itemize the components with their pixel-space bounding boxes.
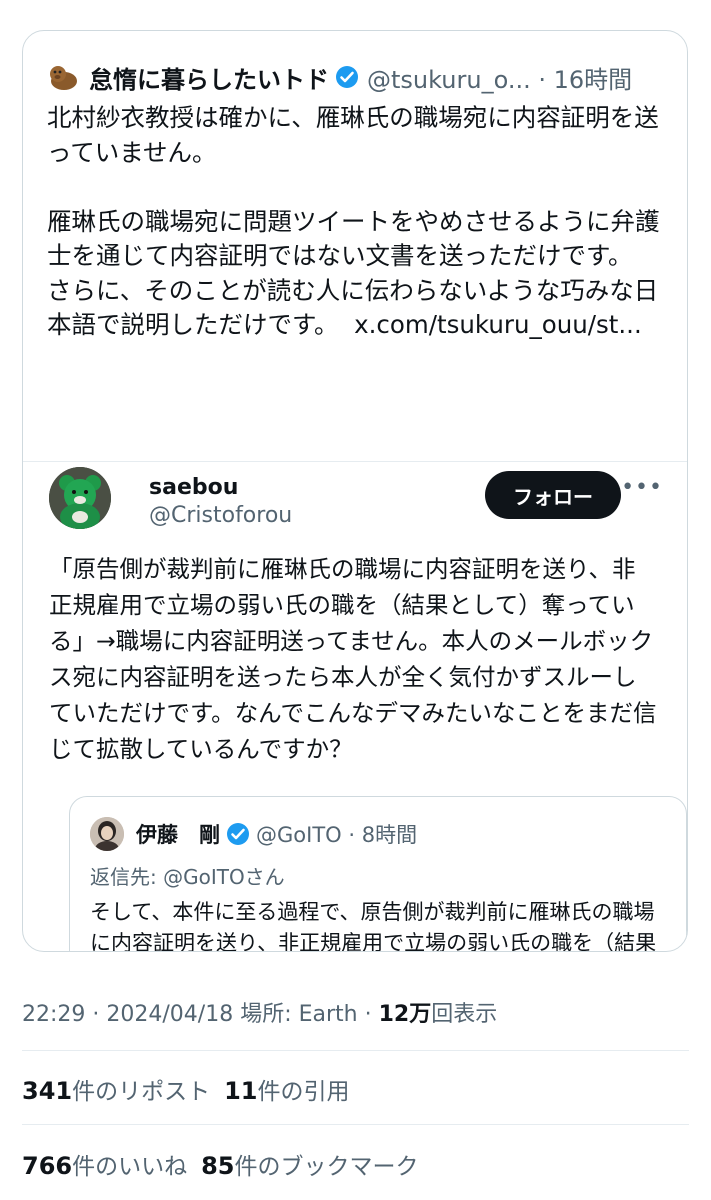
nested-tweet-text: そして、本件に至る過程で、原告側が裁判前に雁琳氏の職場に内容証明を送り、非正規雇… <box>90 900 657 952</box>
verified-badge-icon <box>335 65 359 89</box>
post-time: 16時間 <box>553 65 633 94</box>
post-time: 8時間 <box>361 823 418 847</box>
quote-header: 怠惰に暮らしたいトド @tsukuru_o... · 16時間 <box>47 59 667 95</box>
author-handle[interactable]: @GoITO · 8時間 <box>256 819 417 849</box>
post-location: 場所: Earth <box>240 1002 358 1027</box>
tweet-link[interactable]: x.com/tsukuru_ouu/st... <box>354 310 642 339</box>
views-label: 回表示 <box>431 1002 498 1027</box>
author-name[interactable]: saebou <box>149 475 238 500</box>
verified-badge-icon <box>226 822 250 846</box>
author-handle[interactable]: @tsukuru_o... · 16時間 <box>367 60 632 95</box>
post-date: 2024/04/18 <box>106 1002 234 1027</box>
post-meta: 22:29 · 2024/04/18 場所: Earth · 12万回表示 <box>22 1002 498 1027</box>
post-time: 22:29 <box>22 1002 86 1027</box>
inner-tweet-text: 「原告側が裁判前に雁琳氏の職場に内容証明を送り、非正規雇用で立場の弱い氏の職を（… <box>49 555 657 763</box>
more-options-icon[interactable]: ••• <box>621 475 663 500</box>
nested-tweet-header: 伊藤 剛 @GoITO · 8時間 <box>90 817 417 851</box>
divider <box>22 1124 689 1125</box>
author-handle[interactable]: @Cristoforou <box>149 503 292 528</box>
quotes-link[interactable]: 11件の引用 <box>224 1077 349 1105</box>
likes-link[interactable]: 766件のいいね <box>22 1152 187 1180</box>
follow-button[interactable]: フォロー <box>485 471 621 519</box>
stats-row-likes: 766件のいいね 85件のブックマーク <box>22 1147 419 1181</box>
nested-quoted-tweet[interactable]: 伊藤 剛 @GoITO · 8時間 返信先: @GoITOさん そして、本件に至… <box>69 796 687 952</box>
quote-text: 北村紗衣教授は確かに、雁琳氏の職場宛に内容証明を送っていません。 雁琳氏の職場宛… <box>47 103 660 339</box>
avatar[interactable] <box>47 61 79 93</box>
author-name[interactable]: 伊藤 剛 <box>136 819 220 849</box>
divider <box>22 1050 689 1051</box>
stats-row-reposts: 341件のリポスト 11件の引用 <box>22 1072 350 1106</box>
inner-tweet-header: saebou @Cristoforou フォロー ••• <box>49 467 667 531</box>
divider <box>23 461 687 462</box>
reposts-link[interactable]: 341件のリポスト <box>22 1077 210 1105</box>
reply-to-label[interactable]: 返信先: @GoITOさん <box>90 861 285 890</box>
avatar[interactable] <box>90 817 124 851</box>
quoted-tweet-card[interactable]: 怠惰に暮らしたいトド @tsukuru_o... · 16時間 北村紗衣教授は確… <box>22 30 688 952</box>
avatar[interactable] <box>49 467 111 529</box>
author-name[interactable]: 怠惰に暮らしたいトド <box>89 60 329 95</box>
views-count: 12万 <box>378 1002 432 1027</box>
bookmarks-link[interactable]: 85件のブックマーク <box>201 1152 418 1180</box>
